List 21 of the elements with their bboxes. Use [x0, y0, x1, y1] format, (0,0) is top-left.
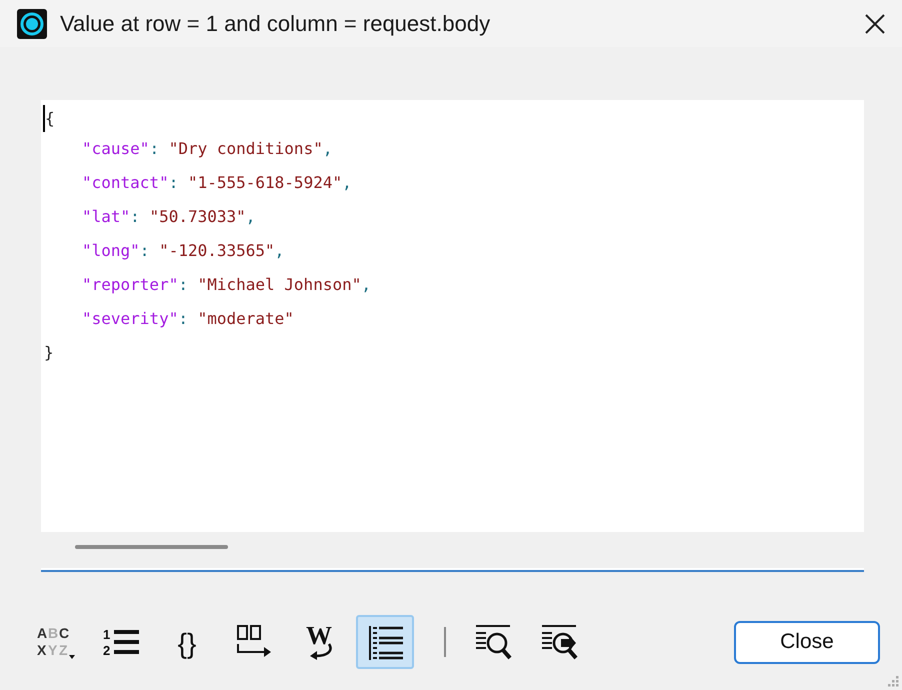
code-line: "long": "-120.33565",: [82, 240, 284, 262]
code-line: "severity": "moderate": [82, 308, 294, 330]
indent-guides-button[interactable]: [356, 615, 414, 669]
app-logo-icon: [16, 8, 48, 40]
text-case-button[interactable]: ABC XYZ: [26, 615, 84, 669]
braces-icon: {}: [167, 622, 207, 662]
search-icon: [473, 622, 513, 662]
code-line: }: [44, 342, 54, 364]
code-line: "lat": "50.73033",: [82, 206, 256, 228]
code-line: "contact": "1-555-618-5924",: [82, 172, 352, 194]
numbered-list-button[interactable]: 1 2: [92, 615, 150, 669]
close-button[interactable]: Close: [734, 620, 880, 664]
window-title: Value at row = 1 and column = request.body: [60, 10, 492, 36]
word-wrap-button[interactable]: W: [290, 615, 348, 669]
code-line: "cause": "Dry conditions",: [82, 138, 332, 160]
braces-button[interactable]: {}: [158, 615, 216, 669]
close-icon[interactable]: [864, 12, 886, 34]
code-line: {: [43, 105, 55, 132]
code-line: "reporter": "Michael Johnson",: [82, 274, 371, 296]
find-next-icon: [539, 622, 579, 662]
resize-grip-icon[interactable]: [886, 674, 900, 688]
